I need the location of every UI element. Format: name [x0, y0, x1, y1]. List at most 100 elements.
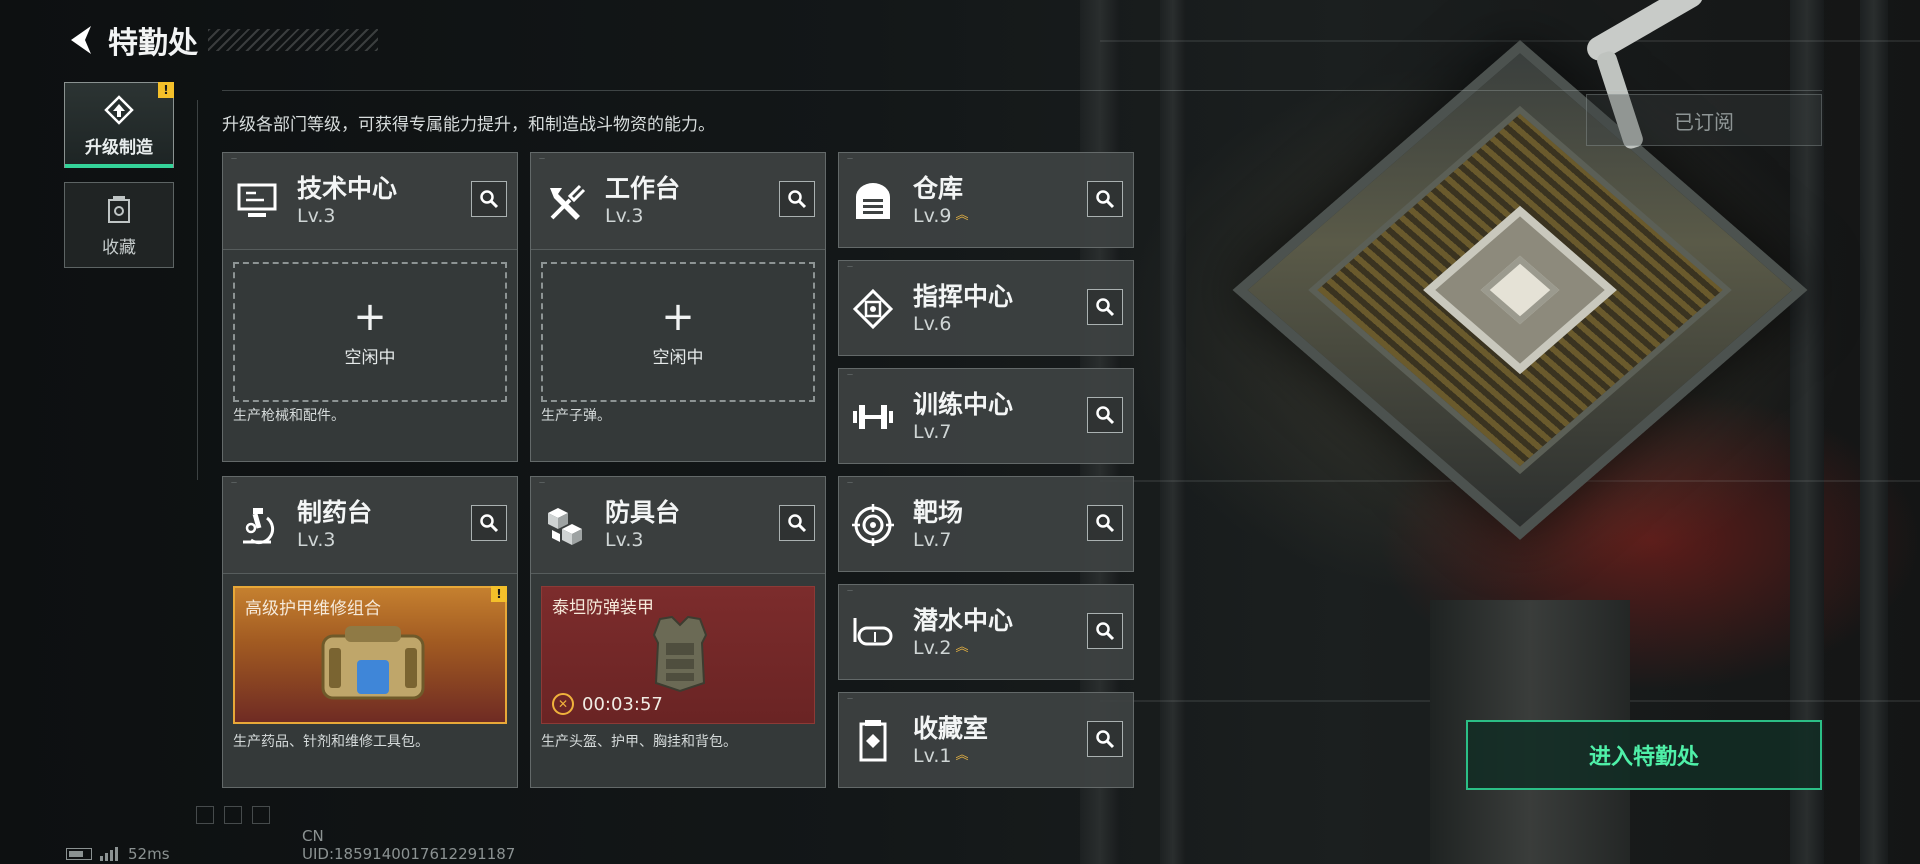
facility-name: 制药台 — [297, 498, 373, 527]
facility-level: Lv.3 — [297, 529, 336, 551]
facility-card-workbench: — 工作台 Lv.3 + 空闲中 生产子弹。 — [530, 152, 826, 462]
facility-name: 工作台 — [605, 174, 681, 203]
status-bar: 52ms CN UID:1859140017612291187​04_20260… — [66, 827, 515, 864]
facility-card-armor-bench: — 防具台 Lv.3 泰坦防弹装甲 ✕ 00:03:57 生产头盔、护甲、胸挂和… — [530, 476, 826, 788]
enter-special-ops-button[interactable]: 进入特勤处 — [1466, 720, 1822, 790]
search-button[interactable] — [1087, 289, 1123, 325]
dumbbell-icon — [851, 395, 895, 439]
subscribed-button[interactable]: 已订阅 — [1586, 94, 1822, 146]
facility-level: Lv.7 — [913, 529, 952, 551]
search-icon — [788, 190, 807, 209]
hud-square-icon — [196, 806, 214, 824]
facility-card-tech-center: — 技术中心 Lv.3 + 空闲中 生产枪械和配件。 — [222, 152, 518, 462]
armor-blocks-icon — [543, 503, 587, 547]
search-button[interactable] — [779, 181, 815, 217]
warehouse-icon — [851, 179, 895, 223]
search-button[interactable] — [779, 505, 815, 541]
tab-label: 收藏 — [102, 237, 136, 258]
facility-name: 收藏室 — [913, 714, 989, 743]
search-icon — [1096, 406, 1115, 425]
facility-name: 防具台 — [605, 498, 681, 527]
signal-icon — [100, 847, 118, 861]
page-title: 特勤处 — [108, 26, 198, 61]
production-slot-item[interactable]: 高级护甲维修组合 ! — [233, 586, 507, 724]
search-icon — [1096, 514, 1115, 533]
search-button[interactable] — [471, 181, 507, 217]
uid-text: CN UID:1859140017612291187​04_2026052012… — [302, 827, 516, 864]
facility-card-training-center: — 训练中心 Lv.7 — [838, 368, 1134, 464]
facility-card-command-center: — 指挥中心 Lv.6 — [838, 260, 1134, 356]
tab-label: 升级制造 — [85, 137, 153, 158]
search-button[interactable] — [1087, 613, 1123, 649]
crafting-timer: ✕ 00:03:57 — [552, 693, 663, 715]
tab-collection[interactable]: 收藏 — [64, 182, 174, 268]
search-icon — [1096, 190, 1115, 209]
facility-level: Lv.3 — [297, 205, 336, 227]
hud-square-icon — [224, 806, 242, 824]
alert-badge: ! — [491, 586, 507, 602]
facility-card-shooting-range: — 靶场 Lv.7 — [838, 476, 1134, 572]
upgrade-chevron-icon: ︽ — [955, 640, 968, 655]
tab-upgrade-manufacture[interactable]: 升级制造 ! — [64, 82, 174, 168]
search-button[interactable] — [471, 505, 507, 541]
facility-card-pharmacy: — 制药台 Lv.3 高级护甲维修组合 ! 生产药品、针剂和维修工具包。 — [222, 476, 518, 788]
search-icon — [1096, 622, 1115, 641]
title-decoration — [208, 29, 378, 51]
facility-name: 技术中心 — [297, 174, 398, 203]
timer-value: 00:03:57 — [582, 693, 663, 715]
slot-status: 空闲中 — [344, 347, 396, 368]
target-icon — [851, 503, 895, 547]
search-button[interactable] — [1087, 397, 1123, 433]
facility-description: 生产药品、针剂和维修工具包。 — [233, 734, 429, 750]
facility-name: 靶场 — [913, 498, 964, 527]
divider — [197, 100, 198, 480]
header: 特勤处 — [60, 16, 378, 64]
facility-level: Lv.1 — [913, 745, 952, 767]
collection-icon — [102, 193, 136, 227]
monitor-icon — [235, 179, 279, 223]
facility-level: Lv.7 — [913, 421, 952, 443]
search-icon — [480, 514, 499, 533]
chip-icon — [851, 287, 895, 331]
facility-level: Lv.6 — [913, 313, 952, 335]
tools-icon — [543, 179, 587, 223]
divider — [222, 90, 1822, 91]
production-slot-idle[interactable]: + 空闲中 — [541, 262, 815, 402]
timer-icon: ✕ — [552, 693, 574, 715]
facility-name: 指挥中心 — [913, 282, 1014, 311]
facility-description: 生产枪械和配件。 — [233, 408, 345, 424]
production-slot-crafting[interactable]: 泰坦防弹装甲 ✕ 00:03:57 — [541, 586, 815, 724]
facility-description: 生产头盔、护甲、胸挂和背包。 — [541, 734, 737, 750]
upgrade-manufacture-icon — [102, 93, 136, 127]
slot-status: 空闲中 — [652, 347, 704, 368]
plus-icon: + — [353, 293, 387, 340]
production-slot-idle[interactable]: + 空闲中 — [233, 262, 507, 402]
search-button[interactable] — [1087, 505, 1123, 541]
upgrade-chevron-icon: ︽ — [955, 208, 968, 223]
upgrade-chevron-icon: ︽ — [955, 748, 968, 763]
facility-level: Lv.2 — [913, 637, 952, 659]
search-button[interactable] — [1087, 721, 1123, 757]
titan-armor-image — [652, 615, 708, 693]
facility-level: Lv.9 — [913, 205, 952, 227]
search-icon — [1096, 730, 1115, 749]
hud-square-icon — [252, 806, 270, 824]
back-arrow-icon[interactable] — [60, 20, 100, 60]
armor-repair-kit-image — [321, 626, 425, 700]
search-icon — [1096, 298, 1115, 317]
facility-card-collection-room: — 收藏室 Lv.1 ︽ — [838, 692, 1134, 788]
microscope-icon — [235, 503, 279, 547]
facility-name: 仓库 — [913, 174, 964, 203]
search-button[interactable] — [1087, 181, 1123, 217]
facility-level: Lv.3 — [605, 529, 644, 551]
facility-name: 训练中心 — [913, 390, 1014, 419]
facility-level: Lv.3 — [605, 205, 644, 227]
page-description: 升级各部门等级，可获得专属能力提升，和制造战斗物资的能力。 — [222, 115, 715, 135]
diving-mask-icon — [851, 611, 895, 655]
alert-badge: ! — [158, 82, 174, 98]
ping-value: 52ms — [128, 845, 170, 863]
facility-card-warehouse: — 仓库 Lv.9 ︽ — [838, 152, 1134, 248]
search-icon — [788, 514, 807, 533]
plus-icon: + — [661, 293, 695, 340]
item-name: 泰坦防弹装甲 — [552, 598, 654, 618]
